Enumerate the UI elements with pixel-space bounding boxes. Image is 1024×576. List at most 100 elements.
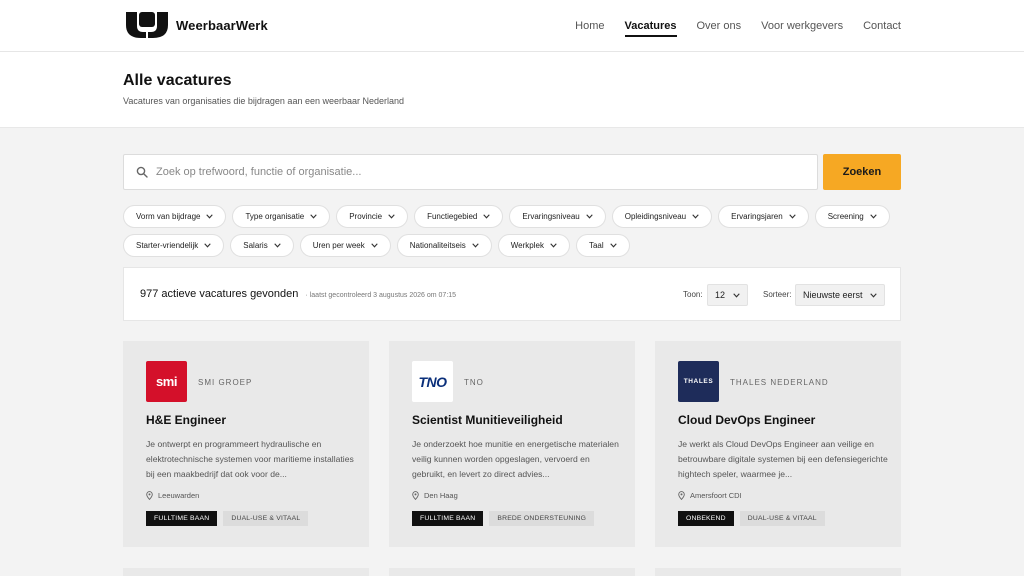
chevron-down-icon — [609, 243, 617, 248]
brand-logo-link[interactable]: WeerbaarWerk — [124, 12, 268, 38]
job-location: Leeuwarden — [146, 491, 199, 500]
sort-label: Sorteer: — [763, 290, 792, 299]
last-checked-text: · laatst gecontroleerd 3 augustus 2026 o… — [305, 292, 457, 299]
filter-provincie[interactable]: Provincie — [336, 205, 409, 228]
filter-label: Werkplek — [510, 241, 544, 250]
filter-label: Screening — [827, 212, 864, 221]
page-heading: Alle vacatures Vacatures van organisatie… — [0, 52, 1024, 128]
filter-type-organisatie[interactable]: Type organisatie — [232, 205, 331, 228]
filter-label: Uren per week — [312, 241, 365, 250]
tag-category: BREDE ONDERSTEUNING — [489, 511, 595, 526]
chevron-down-icon — [733, 292, 740, 298]
job-location: Den Haag — [412, 491, 458, 500]
location-text: Leeuwarden — [158, 491, 200, 500]
filter-salaris[interactable]: Salaris — [230, 234, 294, 257]
filter-screening[interactable]: Screening — [814, 205, 890, 228]
job-title[interactable]: H&E Engineer — [146, 413, 226, 427]
chevron-down-icon — [870, 214, 877, 219]
chevron-down-icon — [483, 214, 491, 219]
job-card[interactable]: TNO TNO Scientist Munitieveiligheid Je o… — [389, 341, 635, 547]
filter-label: Vorm van bijdrage — [136, 212, 201, 221]
top-navigation-bar: WeerbaarWerk Home Vacatures Over ons Voo… — [0, 0, 1024, 52]
filter-label: Starter-vriendelijk — [136, 241, 199, 250]
logo-mark-icon — [126, 12, 168, 38]
job-description: Je werkt als Cloud DevOps Engineer aan v… — [678, 439, 888, 479]
job-card-partial[interactable] — [389, 568, 635, 576]
page-size-value: 12 — [715, 290, 726, 300]
job-card[interactable]: THALES THALES NEDERLAND Cloud DevOps Eng… — [655, 341, 901, 547]
job-description: Je ontwerpt en programmeert hydraulische… — [146, 439, 354, 479]
chevron-down-icon — [586, 214, 593, 219]
page-title: Alle vacatures — [123, 72, 232, 89]
filter-label: Taal — [588, 241, 604, 250]
location-text: Den Haag — [424, 491, 458, 500]
nav-voor-werkgevers[interactable]: Voor werkgevers — [761, 16, 843, 36]
results-bar: 977 actieve vacatures gevonden · laatst … — [123, 267, 901, 321]
org-name: SMI GROEP — [198, 378, 253, 387]
tag-employment-type: ONBEKEND — [678, 511, 734, 526]
filter-label: Opleidingsniveau — [624, 212, 687, 221]
chevron-down-icon — [870, 292, 877, 298]
job-tags: FULLTIME BAAN DUAL-USE & VITAAL — [146, 511, 309, 526]
main-nav: Home Vacatures Over ons Voor werkgevers … — [575, 0, 901, 52]
chevron-down-icon — [310, 214, 317, 219]
org-name: TNO — [464, 378, 484, 387]
chevron-down-icon — [274, 243, 281, 248]
filter-functiegebied[interactable]: Functiegebied — [414, 205, 504, 228]
job-card-partial[interactable] — [655, 568, 901, 576]
filter-uren-per-week[interactable]: Uren per week — [299, 234, 391, 257]
chevron-down-icon — [550, 243, 557, 248]
chevron-down-icon — [788, 214, 796, 219]
job-tags: ONBEKEND DUAL-USE & VITAAL — [678, 511, 825, 526]
search-box — [123, 154, 818, 190]
sort-select[interactable]: Nieuwste eerst — [795, 284, 885, 306]
filter-ervaringsjaren[interactable]: Ervaringsjaren — [718, 205, 809, 228]
filter-vorm-van-bijdrage[interactable]: Vorm van bijdrage — [123, 205, 227, 228]
chevron-down-icon — [472, 243, 479, 248]
location-pin-icon — [678, 491, 685, 500]
chevron-down-icon — [388, 214, 395, 219]
location-text: Amersfoort CDI — [690, 491, 742, 500]
job-title[interactable]: Scientist Munitieveiligheid — [412, 413, 563, 427]
filter-starter-vriendelijk[interactable]: Starter-vriendelijk — [123, 234, 225, 257]
search-button[interactable]: Zoeken — [823, 154, 901, 190]
search-icon — [136, 166, 148, 178]
filter-werkplek[interactable]: Werkplek — [497, 234, 570, 257]
show-label: Toon: — [683, 290, 703, 299]
filter-bar: Vorm van bijdrage Type organisatie Provi… — [123, 205, 903, 257]
filter-label: Ervaringsjaren — [731, 212, 783, 221]
location-pin-icon — [412, 491, 419, 500]
filter-label: Salaris — [243, 241, 268, 250]
page-size-select[interactable]: 12 — [707, 284, 748, 306]
nav-vacatures[interactable]: Vacatures — [624, 16, 677, 37]
chevron-down-icon — [692, 214, 699, 219]
nav-over-ons[interactable]: Over ons — [697, 16, 742, 36]
filter-taal[interactable]: Taal — [575, 234, 630, 257]
filter-label: Provincie — [349, 212, 383, 221]
job-card-partial[interactable] — [123, 568, 369, 576]
filter-ervaringsniveau[interactable]: Ervaringsniveau — [509, 205, 606, 228]
sort-value: Nieuwste eerst — [803, 290, 863, 300]
location-pin-icon — [146, 491, 153, 500]
org-logo-thales: THALES — [678, 361, 719, 402]
job-title[interactable]: Cloud DevOps Engineer — [678, 413, 815, 427]
filter-label: Nationaliteitseis — [409, 241, 466, 250]
results-count: 977 actieve vacatures gevonden — [140, 288, 299, 300]
job-description: Je onderzoekt hoe munitie en energetisch… — [412, 439, 619, 479]
job-tags: FULLTIME BAAN BREDE ONDERSTEUNING — [412, 511, 595, 526]
tag-category: DUAL-USE & VITAAL — [739, 511, 825, 526]
nav-contact[interactable]: Contact — [863, 16, 901, 36]
org-logo-smi: smi — [146, 361, 187, 402]
filter-label: Functiegebied — [427, 212, 478, 221]
brand-name: WeerbaarWerk — [176, 17, 268, 33]
chevron-down-icon — [204, 243, 211, 248]
job-card[interactable]: smi SMI GROEP H&E Engineer Je ontwerpt e… — [123, 341, 369, 547]
filter-opleidingsniveau[interactable]: Opleidingsniveau — [611, 205, 713, 228]
org-name: THALES NEDERLAND — [730, 378, 829, 387]
search-input[interactable] — [156, 157, 817, 187]
tag-employment-type: FULLTIME BAAN — [146, 511, 218, 526]
nav-home[interactable]: Home — [575, 16, 604, 36]
chevron-down-icon — [206, 214, 214, 219]
filter-nationaliteitseis[interactable]: Nationaliteitseis — [396, 234, 492, 257]
page-subtitle: Vacatures van organisaties die bijdragen… — [123, 96, 405, 106]
